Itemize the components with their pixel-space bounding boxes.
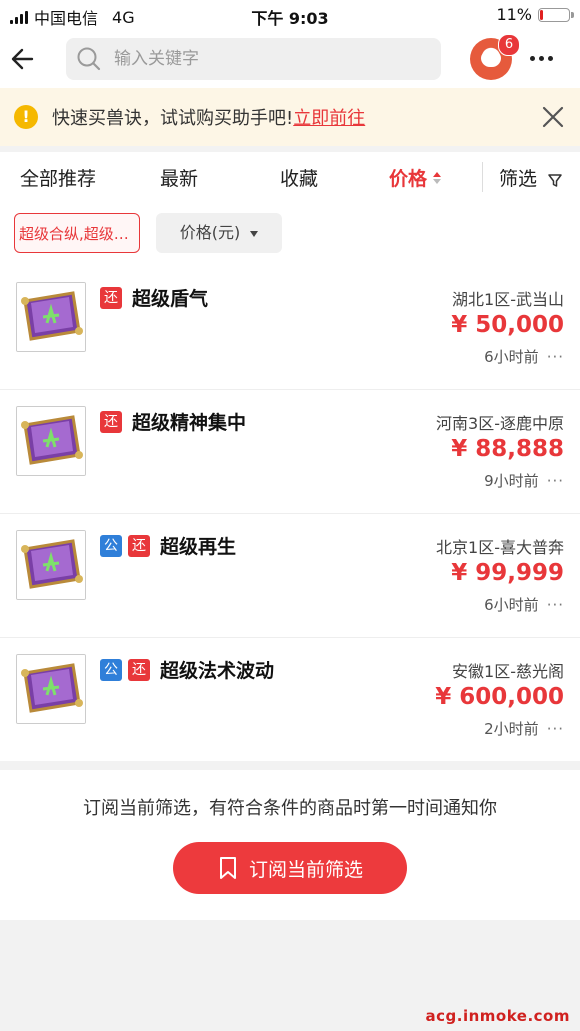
subscribe-button-label: 订阅当前筛选	[248, 858, 363, 881]
scroll-icon	[17, 531, 85, 599]
scroll-icon	[17, 283, 85, 351]
time-label: 9小时前 ···	[484, 470, 564, 491]
banner-message: 快速买兽诀，试试购买助手吧!	[52, 108, 294, 129]
avatar-face-icon	[481, 51, 501, 67]
notification-badge: 6	[498, 34, 520, 56]
search-input[interactable]	[112, 48, 416, 70]
item-name: 超级盾气	[132, 288, 209, 310]
scroll-icon	[17, 655, 85, 723]
return-tag: 还	[128, 658, 150, 681]
more-icon[interactable]	[530, 56, 553, 61]
item-name: 超级法术波动	[160, 660, 275, 682]
price-label: ¥ 99,999	[451, 560, 564, 586]
subscribe-message: 订阅当前筛选，有符合条件的商品时第一时间通知你	[83, 798, 497, 819]
banner-link[interactable]: 立即前往	[293, 108, 365, 129]
back-arrow-icon	[11, 48, 34, 70]
time-text: 9小时前	[484, 472, 539, 490]
time-text: 6小时前	[484, 596, 539, 614]
subscribe-button[interactable]: 订阅当前筛选	[173, 842, 407, 894]
battery-level	[540, 9, 543, 20]
list-item[interactable]: 还 超级盾气 湖北1区-武当山 ¥ 50,000 6小时前 ···	[0, 266, 580, 390]
back-button[interactable]	[8, 42, 42, 76]
status-bar: 中国电信 4G 下午 9:03 11%	[0, 0, 580, 30]
time-label: 6小时前 ···	[484, 594, 564, 615]
skill-filter-chip[interactable]: 超级合纵,超级…	[14, 213, 140, 253]
clock: 下午 9:03	[251, 9, 329, 28]
caret-down-icon	[250, 230, 259, 237]
banner-text: 快速买兽诀，试试购买助手吧!立即前往	[52, 104, 365, 130]
return-tag: 还	[128, 534, 150, 557]
item-name: 超级精神集中	[132, 412, 247, 434]
tab-newest[interactable]: 最新	[160, 164, 198, 191]
scroll-icon	[17, 407, 85, 475]
close-icon[interactable]	[540, 104, 566, 130]
product-list: 还 超级盾气 湖北1区-武当山 ¥ 50,000 6小时前 ··· 还 超级精神集…	[0, 266, 580, 761]
skill-book-thumbnail	[16, 654, 86, 724]
price-label: ¥ 600,000	[435, 684, 564, 710]
subscribe-section: 订阅当前筛选，有符合条件的商品时第一时间通知你 订阅当前筛选	[0, 770, 580, 920]
time-text: 2小时前	[484, 720, 539, 738]
top-bar: 6	[0, 30, 580, 88]
more-options-icon[interactable]: ···	[547, 596, 564, 614]
search-icon	[77, 47, 101, 71]
watermark: acg.inmoke.com	[425, 1007, 570, 1025]
server-label: 安徽1区-慈光阁	[452, 662, 564, 681]
tab-filter[interactable]: 筛选	[499, 164, 563, 191]
tab-divider	[482, 162, 483, 192]
tab-price-label: 价格	[389, 168, 428, 190]
time-label: 2小时前 ···	[484, 718, 564, 739]
battery-icon	[538, 7, 574, 22]
server-label: 湖北1区-武当山	[452, 290, 564, 309]
warning-icon: !	[14, 105, 38, 129]
tab-price[interactable]: 价格	[389, 164, 443, 191]
filter-funnel-icon	[548, 173, 562, 187]
more-options-icon[interactable]: ···	[547, 472, 564, 490]
tab-all-recommended[interactable]: 全部推荐	[20, 164, 96, 191]
return-tag: 还	[100, 286, 122, 309]
skill-book-thumbnail	[16, 530, 86, 600]
battery-percent: 11%	[496, 5, 532, 24]
more-options-icon[interactable]: ···	[547, 348, 564, 366]
server-label: 北京1区-喜大普奔	[436, 538, 564, 557]
promo-banner: ! 快速买兽诀，试试购买助手吧!立即前往	[0, 88, 580, 146]
skill-book-thumbnail	[16, 282, 86, 352]
public-tag: 公	[100, 658, 122, 681]
price-filter-chip[interactable]: 价格(元)	[156, 213, 282, 253]
time-text: 6小时前	[484, 348, 539, 366]
bookmark-icon	[219, 857, 236, 879]
tab-filter-label: 筛选	[499, 168, 538, 190]
sort-tabs: 全部推荐 最新 收藏 价格 筛选	[0, 152, 580, 202]
return-tag: 还	[100, 410, 122, 433]
list-item[interactable]: 公 还 超级再生 北京1区-喜大普奔 ¥ 99,999 6小时前 ···	[0, 514, 580, 638]
price-label: ¥ 88,888	[451, 436, 564, 462]
search-bar[interactable]	[66, 38, 441, 80]
server-label: 河南3区-逐鹿中原	[436, 414, 564, 433]
sort-arrows-icon	[433, 171, 443, 184]
item-name: 超级再生	[160, 536, 237, 558]
public-tag: 公	[100, 534, 122, 557]
list-item[interactable]: 还 超级精神集中 河南3区-逐鹿中原 ¥ 88,888 9小时前 ···	[0, 390, 580, 514]
tab-favorites[interactable]: 收藏	[280, 164, 318, 191]
skill-book-thumbnail	[16, 406, 86, 476]
time-label: 6小时前 ···	[484, 346, 564, 367]
price-filter-label: 价格(元)	[179, 223, 241, 242]
price-label: ¥ 50,000	[451, 312, 564, 338]
more-options-icon[interactable]: ···	[547, 720, 564, 738]
list-item[interactable]: 公 还 超级法术波动 安徽1区-慈光阁 ¥ 600,000 2小时前 ···	[0, 638, 580, 761]
filter-chips: 超级合纵,超级… 价格(元)	[0, 202, 580, 267]
